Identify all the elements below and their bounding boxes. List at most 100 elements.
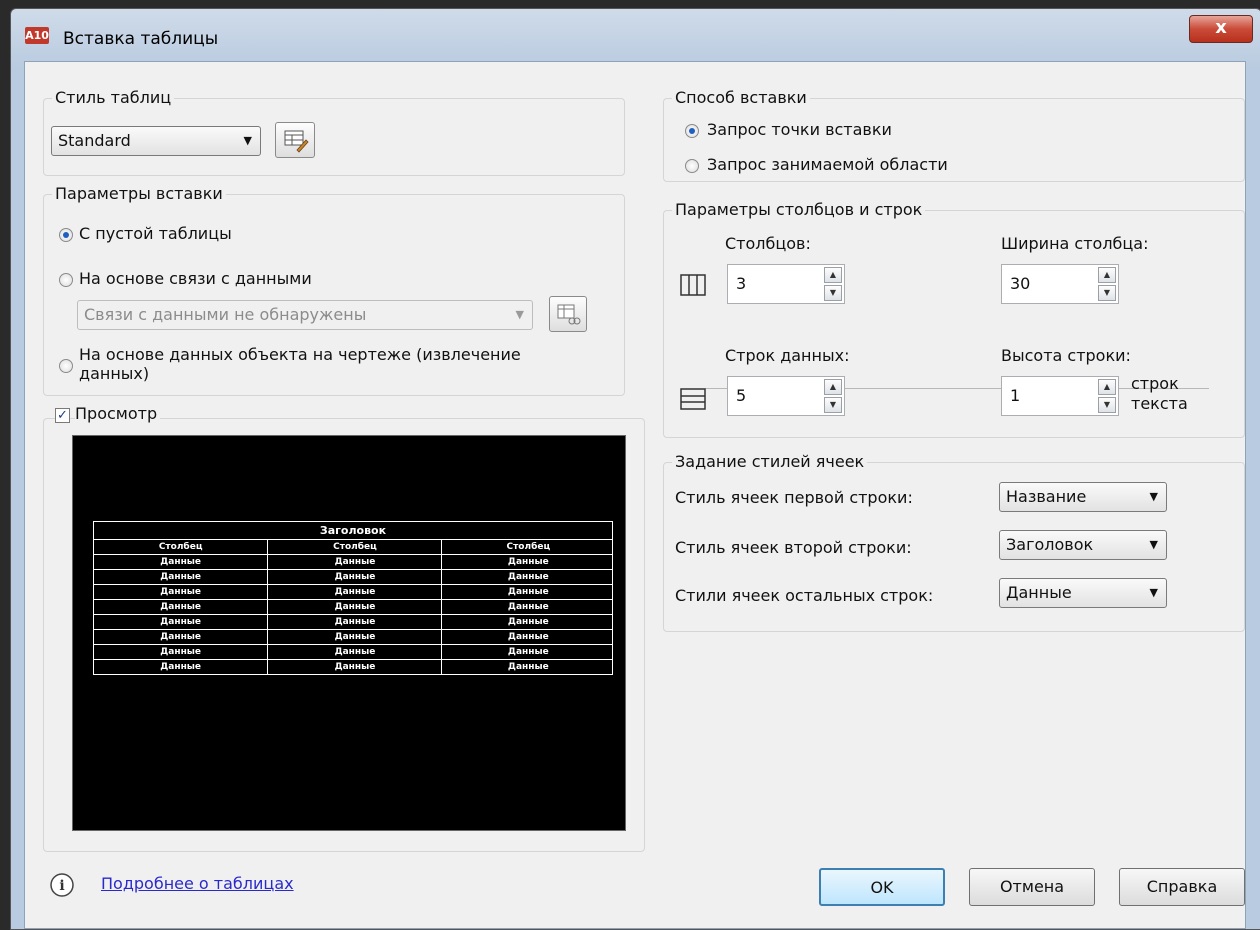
insert-table-dialog: A10 Вставка таблицы x Стиль таблиц Stand… — [10, 8, 1260, 930]
table-style-edit-icon — [284, 130, 309, 153]
preview-data-row-cell: Данные — [160, 602, 202, 612]
preview-header-row-cell: Столбец — [158, 542, 203, 552]
preview-data-row: Данные Данные Данные — [93, 569, 613, 585]
insert-options-group-label: Параметры вставки — [52, 184, 226, 203]
table-style-value: Standard — [58, 131, 131, 150]
help-button[interactable]: Справка — [1119, 868, 1245, 906]
rows-icon — [680, 388, 706, 410]
chevron-down-icon: ▼ — [1149, 490, 1158, 503]
radio-insert-window[interactable] — [685, 159, 699, 173]
radio-empty-table-label: С пустой таблицы — [79, 224, 232, 243]
radio-empty-table[interactable] — [59, 228, 73, 242]
preview-data-row-cell: Данные — [267, 555, 441, 569]
radio-data-link[interactable] — [59, 273, 73, 287]
info-icon: i — [50, 873, 74, 897]
dialog-client-area: Стиль таблиц Standard ▼ Параметры вставк… — [24, 61, 1246, 929]
columns-label: Столбцов: — [725, 234, 811, 253]
ok-button[interactable]: OK — [819, 868, 945, 906]
preview-data-row: Данные Данные Данные — [93, 614, 613, 630]
preview-data-row: Данные Данные Данные — [93, 629, 613, 645]
radio-object-data-label-line1: На основе данных объекта на чертеже (изв… — [79, 345, 521, 364]
preview-data-row-cell: Данные — [440, 570, 615, 584]
title-bar: A10 Вставка таблицы x — [11, 9, 1260, 61]
preview-header-row: Столбец Столбец Столбец — [93, 539, 613, 555]
preview-checkbox[interactable]: ✓ — [55, 408, 70, 423]
columns-rows-group-label: Параметры столбцов и строк — [672, 200, 926, 219]
columns-spin-up-button[interactable]: ▲ — [824, 267, 842, 283]
columns-value: 3 — [736, 274, 747, 293]
radio-insert-point[interactable] — [685, 124, 699, 138]
data-link-manager-button[interactable] — [549, 296, 587, 332]
other-rows-style-value: Данные — [1006, 583, 1072, 602]
preview-data-row-cell: Данные — [267, 645, 441, 659]
second-row-style-combo[interactable]: Заголовок ▼ — [999, 530, 1167, 560]
column-width-spinner[interactable]: 30 ▲ ▼ — [1001, 264, 1119, 304]
preview-data-row: Данные Данные Данные — [93, 644, 613, 660]
preview-data-row-cell: Данные — [440, 660, 615, 674]
preview-data-row-cell: Данные — [267, 615, 441, 629]
preview-data-row-cell: Данные — [267, 660, 441, 674]
columns-icon — [680, 274, 706, 296]
row-height-value: 1 — [1010, 386, 1021, 405]
svg-text:i: i — [59, 878, 64, 894]
preview-data-row-cell: Данные — [440, 555, 615, 569]
data-rows-spin-up-button[interactable]: ▲ — [824, 379, 842, 395]
radio-object-data[interactable] — [59, 359, 73, 373]
preview-data-row-cell: Данные — [160, 632, 202, 642]
preview-data-row-cell: Данные — [160, 557, 202, 567]
table-style-combo[interactable]: Standard ▼ — [51, 126, 261, 156]
preview-data-row-cell: Данные — [440, 630, 615, 644]
other-rows-style-combo[interactable]: Данные ▼ — [999, 578, 1167, 608]
row-height-label: Высота строки: — [1001, 346, 1131, 365]
preview-data-row-cell: Данные — [160, 617, 202, 627]
insert-method-group-label: Способ вставки — [672, 88, 810, 107]
preview-data-row-cell: Данные — [440, 585, 615, 599]
window-title: Вставка таблицы — [63, 29, 219, 49]
columns-spin-down-button[interactable]: ▼ — [824, 285, 842, 301]
row-height-spinner[interactable]: 1 ▲ ▼ — [1001, 376, 1119, 416]
radio-object-data-label-line2: данных) — [79, 364, 150, 383]
columns-spinner[interactable]: 3 ▲ ▼ — [727, 264, 845, 304]
chevron-down-icon: ▼ — [243, 134, 252, 147]
row-height-spin-up-button[interactable]: ▲ — [1098, 379, 1116, 395]
data-link-combo-value: Связи с данными не обнаружены — [84, 305, 367, 324]
row-height-unit-line2: текста — [1131, 394, 1188, 413]
table-preview-canvas: Заголовок Столбец Столбец Столбец Данные Данн… — [72, 435, 626, 831]
first-row-style-value: Название — [1006, 487, 1087, 506]
data-rows-value: 5 — [736, 386, 747, 405]
preview-data-row-cell: Данные — [440, 600, 615, 614]
preview-data-row-cell: Данные — [160, 662, 202, 672]
preview-header-row-cell: Столбец — [440, 540, 615, 554]
column-width-spin-down-button[interactable]: ▼ — [1098, 285, 1116, 301]
preview-header-row-cell: Столбец — [267, 540, 441, 554]
table-style-edit-button[interactable] — [275, 122, 315, 158]
preview-data-row-cell: Данные — [440, 645, 615, 659]
data-link-combo[interactable]: Связи с данными не обнаружены ▼ — [77, 300, 533, 330]
preview-data-row: Данные Данные Данные — [93, 659, 613, 675]
other-rows-style-label: Стили ячеек остальных строк: — [675, 586, 934, 605]
preview-data-row-cell: Данные — [440, 615, 615, 629]
preview-data-row-cell: Данные — [267, 570, 441, 584]
radio-insert-window-label: Запрос занимаемой области — [707, 155, 948, 174]
help-link-about-tables[interactable]: Подробнее о таблицах — [101, 874, 294, 893]
first-row-style-combo[interactable]: Название ▼ — [999, 482, 1167, 512]
preview-data-row-cell: Данные — [267, 600, 441, 614]
preview-data-row: Данные Данные Данные — [93, 599, 613, 615]
cancel-button[interactable]: Отмена — [969, 868, 1095, 906]
preview-data-row: Данные Данные Данные — [93, 584, 613, 600]
close-button[interactable]: x — [1189, 15, 1253, 43]
column-width-spin-up-button[interactable]: ▲ — [1098, 267, 1116, 283]
row-height-spin-down-button[interactable]: ▼ — [1098, 397, 1116, 413]
data-link-manager-icon — [557, 304, 581, 325]
preview-data-row: Данные Данные Данные — [93, 554, 613, 570]
data-rows-spinner[interactable]: 5 ▲ ▼ — [727, 376, 845, 416]
preview-data-row-cell: Данные — [160, 587, 202, 597]
preview-data-row-cell: Данные — [160, 647, 202, 657]
chevron-down-icon: ▼ — [515, 308, 524, 321]
radio-insert-point-label: Запрос точки вставки — [707, 120, 892, 139]
radio-data-link-label: На основе связи с данными — [79, 269, 312, 288]
data-rows-spin-down-button[interactable]: ▼ — [824, 397, 842, 413]
second-row-style-value: Заголовок — [1006, 535, 1094, 554]
preview-checkbox-label: Просмотр — [75, 404, 161, 423]
table-style-group-label: Стиль таблиц — [52, 88, 175, 107]
